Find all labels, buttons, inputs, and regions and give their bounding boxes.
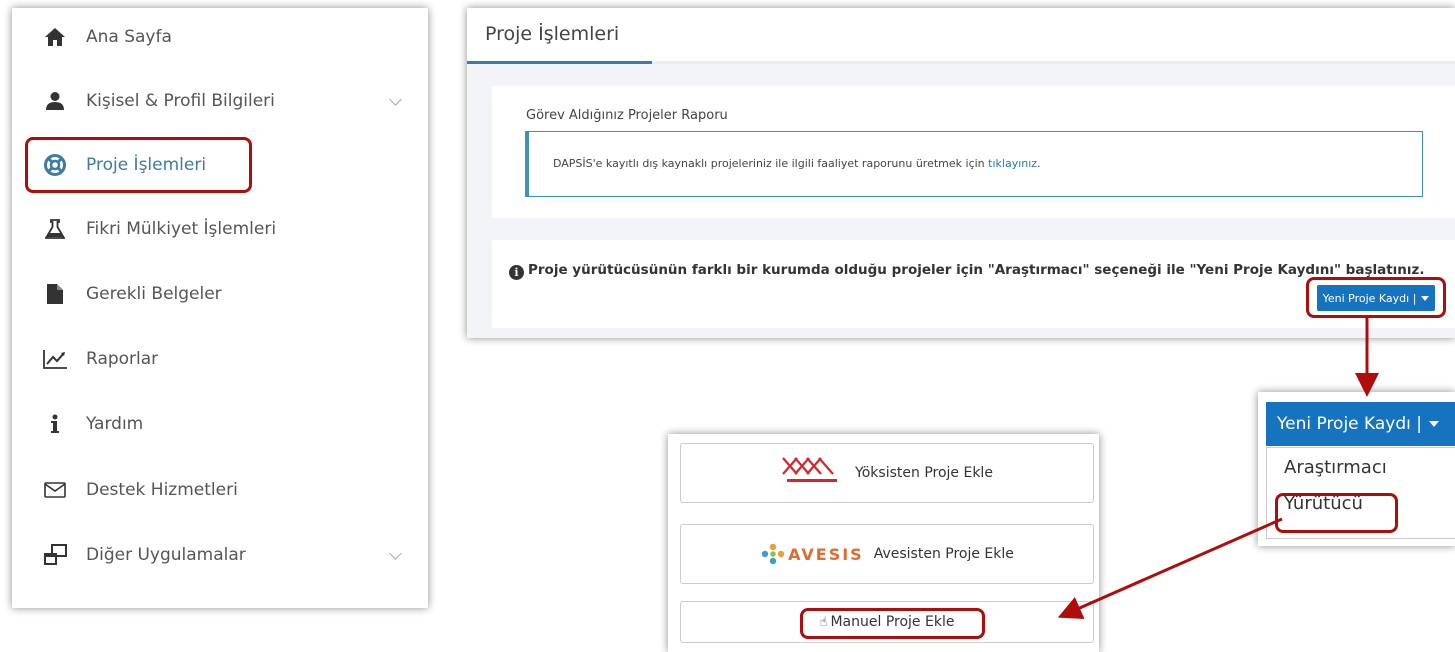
sidebar-item-label: Fikri Mülkiyet İşlemleri — [86, 219, 277, 239]
tab-indicator — [467, 61, 652, 64]
report-card-title: Görev Aldığınız Projeler Raporu — [526, 108, 728, 123]
sidebar-item-label: Gerekli Belgeler — [86, 284, 222, 304]
sidebar-item-proje-islemleri[interactable]: Proje İşlemleri — [12, 145, 428, 185]
new-project-button[interactable]: Yeni Proje Kaydı | — [1317, 285, 1435, 311]
report-link[interactable]: tıklayınız — [988, 157, 1037, 170]
sidebar-item-kisisel-profil[interactable]: Kişisel & Profil Bilgileri — [12, 81, 428, 121]
chevron-down-icon — [389, 93, 402, 106]
new-project-dropdown-button[interactable]: Yeni Proje Kaydı | — [1266, 402, 1455, 446]
info-circle-icon: i — [509, 265, 524, 280]
sidebar-item-label: Diğer Uygulamalar — [86, 545, 246, 565]
report-note: DAPSİS'e kayıtlı dış kaynaklı projelerin… — [525, 131, 1423, 197]
caret-down-icon — [1421, 295, 1430, 301]
yok-logo-icon — [781, 456, 843, 490]
sidebar-item-label: Ana Sayfa — [86, 27, 172, 47]
sidebar-item-label: Kişisel & Profil Bilgileri — [86, 91, 275, 111]
sidebar-item-label: Raporlar — [86, 349, 159, 369]
main-panel: Proje İşlemleri Görev Aldığınız Projeler… — [467, 8, 1455, 338]
sidebar-item-yardim[interactable]: Yardım — [12, 404, 428, 444]
yoksis-add-button[interactable]: Yöksisten Proje Ekle — [680, 443, 1094, 503]
sidebar-item-label: Proje İşlemleri — [86, 155, 207, 175]
dropdown-menu: Araştırmacı Yürütücü — [1266, 447, 1455, 539]
add-project-options-panel: Yöksisten Proje Ekle AVESIS Avesisten Pr… — [668, 434, 1099, 652]
sidebar-item-ana-sayfa[interactable]: Ana Sayfa — [12, 17, 428, 57]
dropdown-button-label: Yeni Proje Kaydı | — [1277, 414, 1423, 434]
sidebar-item-raporlar[interactable]: Raporlar — [12, 339, 428, 379]
yoksis-add-label: Yöksisten Proje Ekle — [855, 465, 993, 481]
windows-icon — [42, 542, 68, 568]
flask-icon — [42, 216, 68, 242]
file-icon — [42, 281, 68, 307]
manual-add-button[interactable]: ☝ Manuel Proje Ekle — [680, 601, 1094, 643]
sidebar-item-diger-uygulamalar[interactable]: Diğer Uygulamalar — [12, 535, 428, 575]
new-project-button-label: Yeni Proje Kaydı | — [1322, 291, 1417, 305]
info-text: Proje yürütücüsünün farklı bir kurumda o… — [528, 262, 1425, 278]
sidebar-item-fikri-mulkiyet[interactable]: Fikri Mülkiyet İşlemleri — [12, 209, 428, 249]
page-header: Proje İşlemleri — [467, 8, 1455, 64]
new-project-card: i Proje yürütücüsünün farklı bir kurumda … — [492, 240, 1455, 328]
sidebar-item-label: Yardım — [86, 414, 144, 434]
home-icon — [42, 24, 68, 50]
sidebar-item-label: Destek Hizmetleri — [86, 480, 238, 500]
caret-down-icon — [1429, 421, 1440, 427]
envelope-icon — [42, 477, 68, 503]
page-title: Proje İşlemleri — [485, 23, 620, 45]
report-note-text: DAPSİS'e kayıtlı dış kaynaklı projelerin… — [553, 157, 1041, 170]
avesis-add-label: Avesisten Proje Ekle — [873, 546, 1014, 562]
menu-item-yurutucu[interactable]: Yürütücü — [1284, 493, 1363, 514]
sidebar-item-gerekli-belgeler[interactable]: Gerekli Belgeler — [12, 274, 428, 314]
chevron-down-icon — [389, 547, 402, 560]
hand-pointer-icon: ☝ — [819, 614, 828, 630]
menu-item-arastirmaci[interactable]: Araştırmacı — [1284, 457, 1387, 478]
dropdown-zoom-panel: Yeni Proje Kaydı | Araştırmacı Yürütücü — [1258, 392, 1455, 546]
info-message: i Proje yürütücüsünün farklı bir kurumda … — [509, 262, 1425, 280]
avesis-logo-text: AVESIS — [788, 544, 864, 564]
sidebar: Ana Sayfa Kişisel & Profil Bilgileri Pro… — [12, 8, 428, 608]
report-note-end: . — [1037, 157, 1041, 170]
info-icon — [42, 411, 68, 437]
chart-line-icon — [42, 346, 68, 372]
sidebar-item-destek-hizmetleri[interactable]: Destek Hizmetleri — [12, 470, 428, 510]
report-note-body: DAPSİS'e kayıtlı dış kaynaklı projelerin… — [553, 157, 989, 170]
avesis-add-button[interactable]: AVESIS Avesisten Proje Ekle — [680, 524, 1094, 584]
lifebuoy-icon — [42, 152, 68, 178]
manual-add-label: Manuel Proje Ekle — [830, 614, 955, 630]
report-card: Görev Aldığınız Projeler Raporu DAPSİS'e… — [492, 86, 1455, 218]
avesis-logo-icon: AVESIS — [760, 543, 864, 565]
user-icon — [42, 88, 68, 114]
